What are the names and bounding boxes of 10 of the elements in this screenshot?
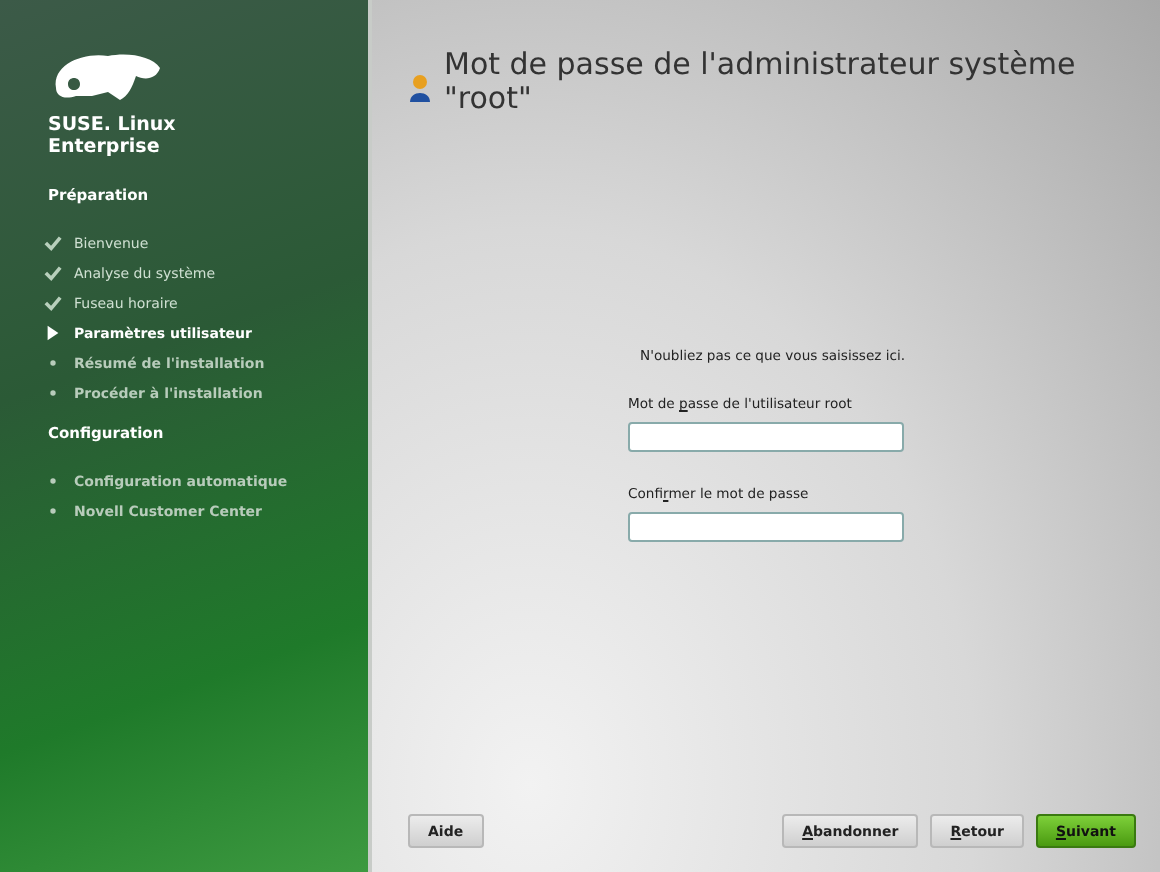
bullet-icon: [44, 502, 62, 520]
bullet-icon: [44, 472, 62, 490]
user-icon: [408, 72, 432, 104]
password-field[interactable]: [628, 422, 904, 452]
arrow-icon: [44, 324, 62, 342]
bullet-icon: [44, 354, 62, 372]
bullet-icon: [44, 384, 62, 402]
password-field[interactable]: [628, 512, 904, 542]
brand-name: SUSE. Linux Enterprise: [48, 114, 178, 158]
page-title: Mot de passe de l'administrateur système "root": [444, 48, 1078, 116]
